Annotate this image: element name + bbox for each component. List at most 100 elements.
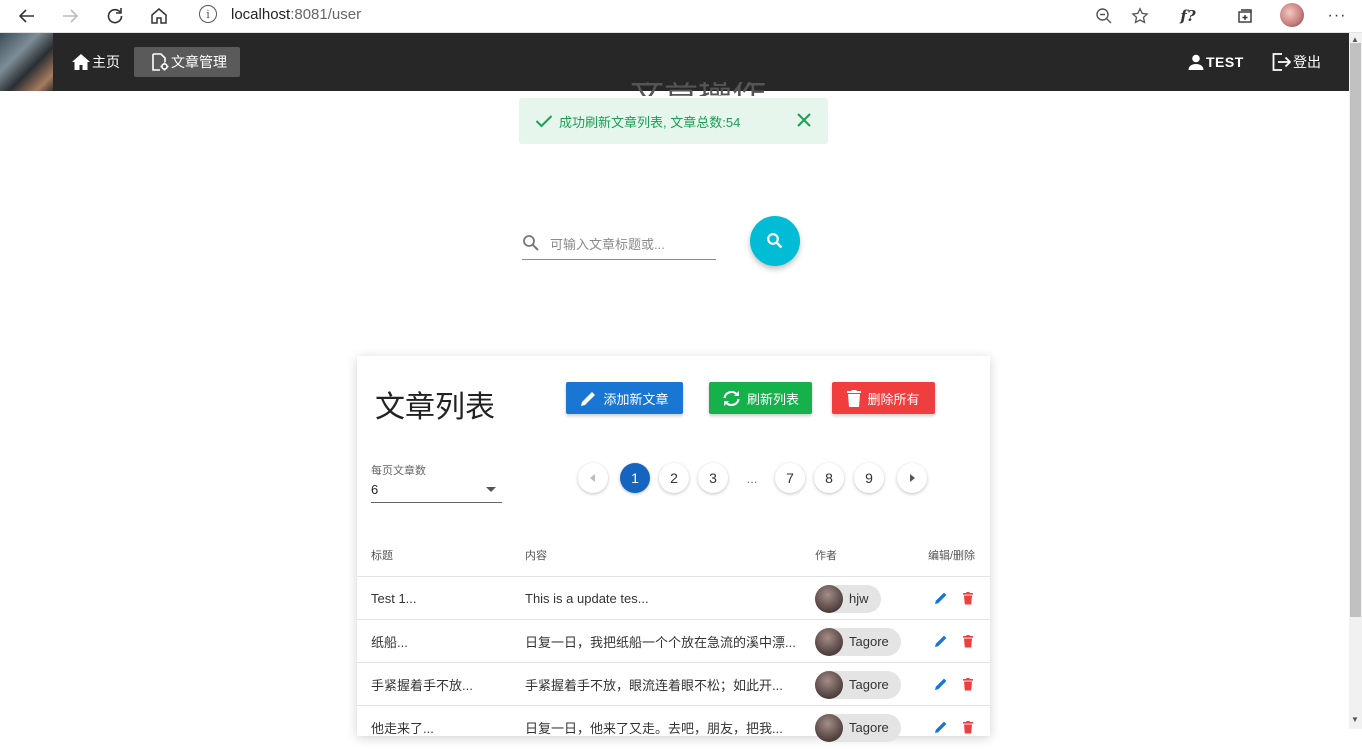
- favorite-star-icon[interactable]: [1128, 4, 1152, 28]
- author-name: Tagore: [849, 677, 889, 692]
- page-1-button[interactable]: 1: [620, 463, 650, 493]
- forward-arrow-icon[interactable]: [58, 4, 82, 28]
- page-9-button[interactable]: 9: [854, 463, 884, 493]
- column-header-actions: 编辑/删除: [928, 550, 976, 562]
- avatar: [815, 713, 843, 742]
- page-2-button[interactable]: 2: [659, 463, 689, 493]
- collections-icon[interactable]: [1233, 4, 1257, 28]
- close-icon[interactable]: [794, 110, 814, 130]
- nav-articles[interactable]: 文章管理: [134, 47, 240, 77]
- row-content: 日复一日，他来了又走。去吧，朋友，把我...: [525, 721, 783, 736]
- logout-icon: [1272, 53, 1291, 71]
- edit-pencil-icon[interactable]: [934, 677, 948, 691]
- row-title: 纸船...: [371, 635, 408, 650]
- nav-user[interactable]: TEST: [1178, 47, 1254, 77]
- column-header-content: 内容: [525, 550, 547, 562]
- prev-page-button[interactable]: [578, 463, 608, 493]
- page-ellipsis: ...: [746, 470, 758, 486]
- author-chip: Tagore: [815, 670, 901, 699]
- more-menu-icon[interactable]: ···: [1325, 4, 1349, 28]
- table-row: Test 1... This is a update tes... hjw: [357, 576, 990, 619]
- url-path: :8081/user: [290, 5, 362, 23]
- search-button[interactable]: [750, 216, 800, 266]
- row-content: 日复一日，我把纸船一个个放在急流的溪中漂...: [525, 635, 796, 650]
- pagination: 1 2 3 ... 7 8 9: [357, 463, 990, 493]
- alert-message: 成功刷新文章列表, 文章总数:54: [559, 114, 741, 130]
- author-name: hjw: [849, 591, 869, 606]
- add-article-button[interactable]: 添加新文章: [566, 382, 683, 414]
- search-field: [522, 228, 716, 260]
- next-page-button[interactable]: [897, 463, 927, 493]
- chevron-right-icon: [910, 474, 915, 482]
- delete-all-button[interactable]: 删除所有: [832, 382, 935, 414]
- delete-all-label: 删除所有: [867, 391, 920, 407]
- page-heading: 文章操作: [630, 82, 766, 96]
- row-title: 他走来了...: [371, 721, 434, 736]
- author-name: Tagore: [849, 720, 889, 735]
- avatar: [815, 584, 843, 613]
- nav-articles-label: 文章管理: [171, 54, 227, 70]
- page-scrollbar[interactable]: ▲ ▼: [1349, 33, 1362, 729]
- page-8-button[interactable]: 8: [814, 463, 844, 493]
- refresh-icon: [723, 390, 740, 406]
- delete-trash-icon[interactable]: [961, 677, 975, 691]
- row-title: Test 1...: [371, 591, 417, 606]
- author-name: Tagore: [849, 634, 889, 649]
- check-icon: [535, 115, 553, 128]
- avatar: [815, 670, 843, 699]
- edit-pencil-icon[interactable]: [934, 720, 948, 734]
- nav-user-label: TEST: [1206, 54, 1244, 70]
- page-3-button[interactable]: 3: [698, 463, 728, 493]
- scroll-down-arrow-icon[interactable]: ▼: [1351, 715, 1359, 724]
- author-chip: Tagore: [815, 713, 901, 742]
- add-article-label: 添加新文章: [603, 391, 669, 407]
- zoom-out-icon[interactable]: [1092, 4, 1116, 28]
- column-header-author: 作者: [815, 550, 837, 562]
- scroll-thumb[interactable]: [1350, 43, 1361, 617]
- article-list-card: 文章列表 添加新文章 刷新列表 删除所有 每页文章数 6 1 2 3 ... 7…: [357, 356, 990, 742]
- back-arrow-icon[interactable]: [15, 4, 39, 28]
- card-title: 文章列表: [375, 391, 495, 424]
- column-header-title: 标题: [371, 550, 393, 562]
- trash-icon: [847, 390, 862, 407]
- table-row: 手紧握着手不放... 手紧握着手不放，眼流连着眼不松；如此开... Tagore: [357, 662, 990, 705]
- search-icon: [523, 235, 539, 251]
- author-chip: Tagore: [815, 627, 901, 656]
- refresh-list-button[interactable]: 刷新列表: [709, 382, 812, 414]
- table-row: 他走来了... 日复一日，他来了又走。去吧，朋友，把我... Tagore: [357, 705, 990, 748]
- refresh-list-label: 刷新列表: [746, 391, 799, 407]
- page-7-button[interactable]: 7: [775, 463, 805, 493]
- avatar: [815, 627, 843, 656]
- font-extension-icon[interactable]: f?: [1176, 4, 1200, 28]
- row-title: 手紧握着手不放...: [371, 678, 473, 693]
- url-host: localhost: [231, 5, 291, 23]
- chevron-left-icon: [590, 474, 595, 482]
- row-content: 手紧握着手不放，眼流连着眼不松；如此开...: [525, 678, 783, 693]
- url-text: localhost:8081/user: [231, 6, 361, 23]
- delete-trash-icon[interactable]: [961, 720, 975, 734]
- nav-home-label: 主页: [92, 54, 120, 70]
- edit-pencil-icon[interactable]: [934, 634, 948, 648]
- nav-home[interactable]: 主页: [62, 47, 130, 77]
- nav-logout[interactable]: 登出: [1262, 47, 1331, 77]
- nav-logout-label: 登出: [1293, 54, 1321, 70]
- browser-profile-avatar[interactable]: [1280, 3, 1304, 27]
- author-chip: hjw: [815, 584, 881, 613]
- edit-pencil-icon[interactable]: [934, 591, 948, 605]
- home-icon: [72, 54, 90, 70]
- delete-trash-icon[interactable]: [961, 591, 975, 605]
- row-content: This is a update tes...: [525, 591, 649, 606]
- address-bar[interactable]: i localhost:8081/user: [187, 0, 1162, 28]
- search-input[interactable]: [550, 232, 716, 256]
- search-icon: [767, 233, 783, 249]
- browser-toolbar: i localhost:8081/user f? ···: [0, 0, 1362, 33]
- reload-icon[interactable]: [103, 4, 127, 28]
- home-icon[interactable]: [147, 4, 171, 28]
- pencil-icon: [581, 391, 596, 406]
- person-icon: [1188, 54, 1204, 70]
- table-row: 纸船... 日复一日，我把纸船一个个放在急流的溪中漂... Tagore: [357, 619, 990, 662]
- site-info-icon[interactable]: i: [199, 5, 217, 23]
- file-gear-icon: [152, 53, 169, 71]
- delete-trash-icon[interactable]: [961, 634, 975, 648]
- success-alert: 成功刷新文章列表, 文章总数:54: [519, 98, 828, 144]
